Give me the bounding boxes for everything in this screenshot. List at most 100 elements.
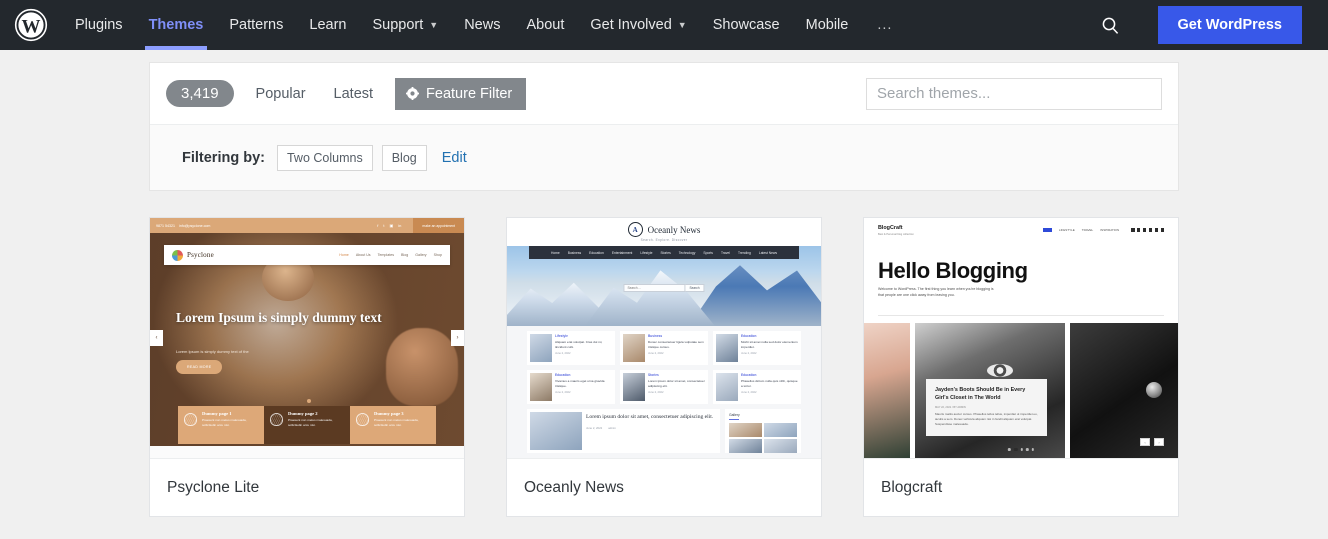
oceanly-gallery-cells	[729, 423, 797, 453]
tab-latest[interactable]: Latest	[320, 80, 388, 108]
nav-label: Patterns	[229, 17, 284, 33]
svg-text:W: W	[22, 17, 41, 38]
psyclone-menu-home: Home	[339, 253, 349, 257]
search-icon	[1160, 228, 1164, 232]
theme-name-psyclone-lite[interactable]: Psyclone Lite	[150, 458, 464, 516]
oceanly-post-date: June 2, 2022	[741, 391, 757, 395]
blogcraft-caption-text: Mauris mattis auctor cursus. Phasellus t…	[935, 411, 1038, 426]
wordpress-logo-icon[interactable]: W	[14, 8, 48, 42]
blogcraft-divider	[878, 315, 1164, 316]
blogcraft-header: BlogCraft Best & Personal blog collectio…	[864, 218, 1178, 236]
oceanly-content: Lifestyle Aliquam erat volutpat. Cras du…	[507, 326, 821, 458]
nav-item-mobile[interactable]: Mobile	[793, 0, 862, 50]
nav-item-news[interactable]: News	[451, 0, 513, 50]
oceanly-post-thumb	[623, 334, 645, 362]
get-wordpress-button[interactable]: Get WordPress	[1157, 6, 1302, 44]
blogcraft-heading: Hello Blogging	[878, 258, 1028, 283]
psyclone-card-title: Dummy page 2	[288, 411, 318, 416]
linkedin-icon: in	[398, 223, 402, 228]
nav-item-get-involved[interactable]: Get Involved ▼	[577, 0, 699, 50]
psyclone-card-title: Dummy page 1	[202, 411, 232, 416]
psyclone-menu-templates: Templates	[377, 253, 394, 257]
oceanly-menu-sports: Sports	[703, 250, 713, 255]
psyclone-topbar: 9871 54321 info@psyclone.com f t ▣ in ma…	[150, 218, 464, 233]
oceanly-header: A Oceanly News Search. Explore. Discover	[507, 218, 821, 246]
filter-tag-two-columns[interactable]: Two Columns	[276, 144, 373, 171]
theme-card-psyclone-lite[interactable]: 9871 54321 info@psyclone.com f t ▣ in ma…	[149, 217, 465, 517]
blogcraft-carousel-pager: ‹ ›	[1140, 438, 1164, 446]
oceanly-post-thumb	[716, 373, 738, 401]
psyclone-phone: 9871 54321	[156, 223, 175, 228]
psyclone-slider-dot	[307, 399, 311, 403]
oceanly-menu-education: Education	[589, 250, 604, 255]
portrait-eye-detail	[987, 363, 1013, 377]
nav-item-plugins[interactable]: Plugins	[62, 0, 136, 50]
filter-tag-blog[interactable]: Blog	[381, 144, 427, 171]
nav-item-learn[interactable]: Learn	[296, 0, 359, 50]
carousel-dot-active	[1013, 448, 1018, 451]
oceanly-peak	[689, 265, 821, 326]
tab-popular[interactable]: Popular	[242, 80, 320, 108]
nav-item-themes[interactable]: Themes	[136, 0, 217, 50]
psyclone-appointment-button: make an appointment	[413, 218, 464, 233]
theme-preview-blogcraft[interactable]: BlogCraft Best & Personal blog collectio…	[864, 218, 1178, 458]
psyclone-card-text: Praesent non metus malesuada, sollicitud…	[288, 418, 333, 427]
carousel-dot	[1007, 448, 1011, 451]
oceanly-post-title: Aliquam erat volutpat. Cras dui mi, tinc…	[555, 340, 603, 349]
blogcraft-social-icons	[1131, 228, 1164, 232]
psyclone-menu-gallery: Gallery	[415, 253, 427, 257]
theme-preview-oceanly-news[interactable]: A Oceanly News Search. Explore. Discover…	[507, 218, 821, 458]
search-icon[interactable]	[1088, 0, 1134, 50]
oceanly-gallery-widget: Gallery	[725, 409, 801, 453]
nav-item-showcase[interactable]: Showcase	[700, 0, 793, 50]
oceanly-post-thumb	[716, 334, 738, 362]
psyclone-read-more-button: READ MORE	[176, 360, 223, 374]
psyclone-menu: Home About Us Templates Blog Gallery Sho…	[339, 253, 442, 257]
theme-preview-psyclone-lite[interactable]: 9871 54321 info@psyclone.com f t ▣ in ma…	[150, 218, 464, 458]
oceanly-post-title: Vivamus a mauris eget urna gravida trist…	[555, 379, 605, 388]
oceanly-menu-travel: Travel	[720, 250, 730, 255]
oceanly-post-category: Education	[741, 373, 757, 377]
oceanly-featured-meta: June 2, 2022 admin	[586, 426, 713, 430]
nav-label: Get Involved	[590, 17, 672, 33]
oceanly-peak	[585, 270, 715, 326]
psyclone-slider-next-icon: ›	[451, 330, 464, 346]
oceanly-post-category: Education	[555, 373, 571, 377]
psyclone-feature-card: Dummy page 2 Praesent non metus malesuad…	[264, 406, 350, 444]
theme-card-oceanly-news[interactable]: A Oceanly News Search. Explore. Discover…	[506, 217, 822, 517]
nav-label: Plugins	[75, 17, 123, 33]
search-themes-input[interactable]	[866, 77, 1162, 110]
carousel-next-icon: ›	[1154, 438, 1164, 446]
oceanly-post-card: Stories Lorem ipsum dolor sit amet, cons…	[620, 370, 708, 404]
feature-filter-label: Feature Filter	[426, 85, 513, 102]
theme-name-blogcraft[interactable]: Blogcraft	[864, 458, 1178, 516]
carousel-prev-icon: ‹	[1140, 438, 1150, 446]
psyclone-feature-cards: Dummy page 1 Praesent non metus malesuad…	[178, 406, 436, 444]
oceanly-post-thumb	[530, 334, 552, 362]
oceanly-menu-entertainment: Entertainment	[611, 250, 633, 255]
nav-label: Learn	[309, 17, 347, 33]
oceanly-post-thumb	[530, 373, 552, 401]
oceanly-post-title: Morbi sit amet nulla sed dolor elementum…	[741, 340, 798, 349]
edit-filters-link[interactable]: Edit	[442, 150, 467, 166]
oceanly-featured-author: admin	[608, 425, 616, 430]
nav-overflow-button[interactable]: ...	[861, 0, 908, 50]
oceanly-post-category: Education	[741, 334, 757, 338]
psyclone-card-text: Praesent non metus malesuada, sollicitud…	[374, 418, 419, 427]
theme-card-blogcraft[interactable]: BlogCraft Best & Personal blog collectio…	[863, 217, 1179, 517]
theme-filter-panel: 3,419 Popular Latest Feature Filter Fi	[149, 62, 1179, 191]
nav-item-patterns[interactable]: Patterns	[216, 0, 296, 50]
nav-label: Support	[372, 17, 424, 33]
oceanly-menu-trending: Trending	[737, 250, 751, 255]
theme-name-oceanly-news[interactable]: Oceanly News	[507, 458, 821, 516]
nav-item-about[interactable]: About	[513, 0, 577, 50]
psyclone-brand-name: Psyclone	[187, 251, 214, 259]
psyclone-hero-subtitle: Lorem Ipsum is simply dummy text of the	[176, 349, 249, 354]
oceanly-logo-icon: A	[627, 222, 643, 237]
oceanly-post-title: Donec consectetuer ligula vulputate sem …	[648, 340, 704, 349]
oceanly-post-thumb	[623, 373, 645, 401]
nav-item-support[interactable]: Support ▼	[359, 0, 451, 50]
psyclone-card-title: Dummy page 3	[374, 411, 404, 416]
blogcraft-menu: LIFESTYLE TRAVEL INSPIRATION	[1042, 225, 1164, 232]
feature-filter-button[interactable]: Feature Filter	[395, 77, 527, 110]
